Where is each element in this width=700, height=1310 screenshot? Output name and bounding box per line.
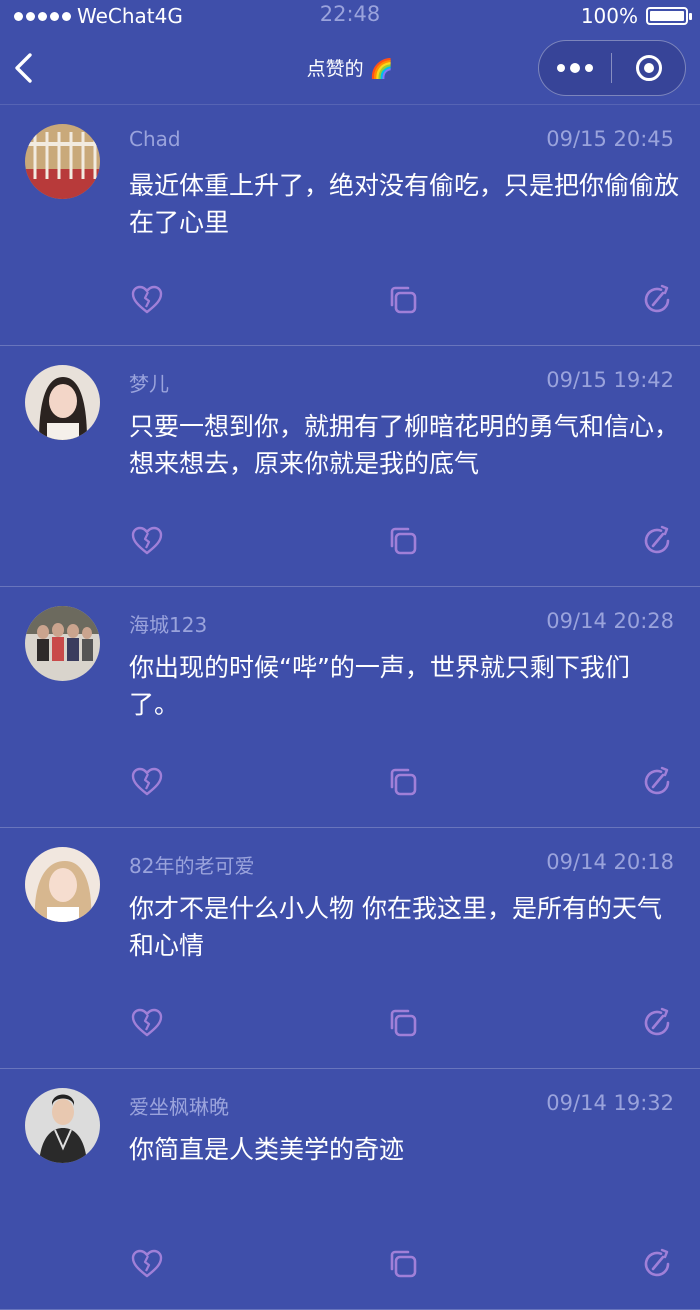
close-button[interactable]	[612, 41, 685, 95]
post-list: Chad 09/15 20:45 最近体重上升了，绝对没有偷吃，只是把你偷偷放在…	[0, 104, 700, 1310]
broken-heart-icon	[131, 285, 163, 314]
broken-heart-icon	[131, 526, 163, 555]
copy-button[interactable]	[386, 1006, 420, 1040]
post-actions	[0, 1247, 700, 1283]
avatar[interactable]	[25, 606, 100, 681]
share-button[interactable]	[641, 1006, 675, 1040]
copy-icon	[390, 286, 417, 314]
share-button[interactable]	[641, 524, 675, 558]
post-actions	[0, 1006, 700, 1042]
like-button[interactable]	[130, 1006, 164, 1040]
like-button[interactable]	[130, 283, 164, 317]
user-name: 海城123	[129, 613, 208, 637]
post-time: 09/14 19:32	[546, 1091, 674, 1115]
more-dots-icon	[557, 64, 565, 72]
copy-icon	[390, 1250, 417, 1278]
post-time: 09/14 20:28	[546, 609, 674, 633]
broken-heart-icon	[131, 767, 163, 796]
post-content: 最近体重上升了，绝对没有偷吃，只是把你偷偷放在了心里	[129, 171, 680, 237]
avatar[interactable]	[25, 847, 100, 922]
list-item: 82年的老可爱 09/14 20:18 你才不是什么小人物 你在我这里，是所有的…	[0, 828, 700, 1069]
status-bar: WeChat4G 22:48 100%	[0, 0, 700, 32]
post-actions	[0, 524, 700, 560]
share-icon	[644, 1248, 670, 1277]
post-time: 09/15 20:45	[546, 127, 674, 151]
copy-button[interactable]	[386, 1247, 420, 1281]
post-actions	[0, 283, 700, 319]
copy-button[interactable]	[386, 765, 420, 799]
user-name: Chad	[129, 127, 181, 151]
more-button[interactable]	[539, 41, 611, 95]
like-button[interactable]	[130, 765, 164, 799]
copy-button[interactable]	[386, 283, 420, 317]
share-icon	[644, 766, 670, 795]
post-content: 你出现的时候“哔”的一声，世界就只剩下我们了。	[129, 653, 630, 719]
share-icon	[644, 1007, 670, 1036]
broken-heart-icon	[131, 1249, 163, 1278]
user-name: 82年的老可爱	[129, 854, 255, 878]
share-icon	[644, 284, 670, 313]
like-button[interactable]	[130, 1247, 164, 1281]
post-content: 你才不是什么小人物 你在我这里，是所有的天气和心情	[129, 894, 662, 960]
post-actions	[0, 765, 700, 801]
share-button[interactable]	[641, 1247, 675, 1281]
nav-bar: 点赞的 🌈	[0, 32, 700, 104]
mini-program-capsule	[538, 40, 686, 96]
user-name: 爱坐枫琳晚	[129, 1095, 229, 1119]
copy-icon	[390, 768, 417, 796]
copy-icon	[390, 1009, 417, 1037]
broken-heart-icon	[131, 1008, 163, 1037]
target-close-icon	[635, 55, 662, 81]
list-item: 海城123 09/14 20:28 你出现的时候“哔”的一声，世界就只剩下我们了…	[0, 587, 700, 828]
battery-percent: 100%	[580, 4, 638, 28]
post-content: 你简直是人类美学的奇迹	[129, 1135, 405, 1164]
copy-button[interactable]	[386, 524, 420, 558]
share-button[interactable]	[641, 765, 675, 799]
share-icon	[644, 525, 670, 554]
share-button[interactable]	[641, 283, 675, 317]
post-content: 只要一想到你，就拥有了柳暗花明的勇气和信心，想来想去，原来你就是我的底气	[129, 412, 680, 478]
post-time: 09/15 19:42	[546, 368, 674, 392]
avatar[interactable]	[25, 124, 100, 199]
like-button[interactable]	[130, 524, 164, 558]
user-name: 梦儿	[129, 372, 169, 396]
list-item: 爱坐枫琳晚 09/14 19:32 你简直是人类美学的奇迹	[0, 1069, 700, 1310]
battery-icon	[646, 7, 692, 25]
post-time: 09/14 20:18	[546, 850, 674, 874]
list-item: Chad 09/15 20:45 最近体重上升了，绝对没有偷吃，只是把你偷偷放在…	[0, 105, 700, 346]
avatar[interactable]	[25, 1088, 100, 1163]
copy-icon	[390, 527, 417, 555]
battery-status: 100%	[580, 4, 692, 28]
avatar[interactable]	[25, 365, 100, 440]
list-item: 梦儿 09/15 19:42 只要一想到你，就拥有了柳暗花明的勇气和信心，想来想…	[0, 346, 700, 587]
